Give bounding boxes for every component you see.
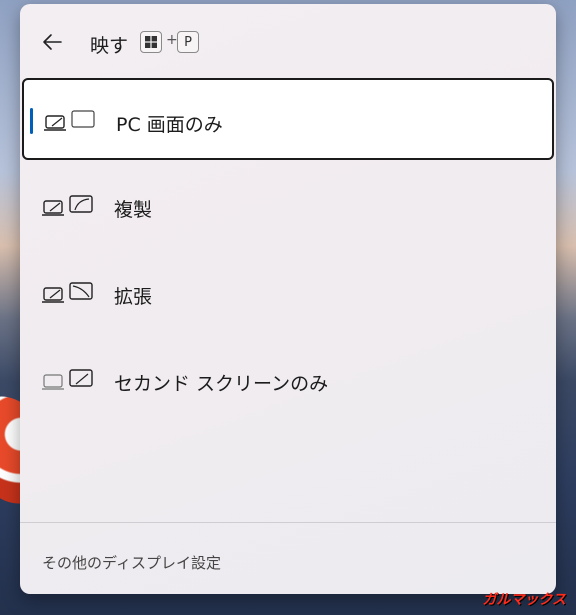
flyout-title: 映す bbox=[90, 35, 129, 57]
option-label: PC 画面のみ bbox=[116, 114, 223, 136]
back-button[interactable] bbox=[36, 26, 68, 58]
watermark-logo: ガルマックス bbox=[482, 592, 566, 608]
more-display-settings-link[interactable]: その他のディスプレイ設定 bbox=[42, 552, 221, 573]
project-flyout: 映す + P PC 画面のみ 複製 拡張 セカンド スクリーンのみ その他のディ… bbox=[20, 4, 556, 594]
option-label: 複製 bbox=[114, 199, 153, 221]
shortcut-plus: + bbox=[166, 32, 178, 48]
flyout-header: 映す + P bbox=[20, 4, 556, 78]
footer-divider bbox=[20, 522, 556, 523]
shortcut-key-p: P bbox=[177, 31, 199, 53]
option-label: 拡張 bbox=[114, 286, 153, 308]
pc-screen-only-icon bbox=[44, 110, 95, 131]
arrow-left-icon bbox=[43, 34, 62, 50]
option-second-screen-only[interactable]: セカンド スクリーンのみ bbox=[22, 339, 554, 421]
windows-key-icon bbox=[140, 31, 162, 53]
second-screen-only-icon bbox=[42, 369, 93, 390]
option-pc-screen-only[interactable]: PC 画面のみ bbox=[22, 78, 554, 160]
option-extend[interactable]: 拡張 bbox=[22, 252, 554, 334]
option-label: セカンド スクリーンのみ bbox=[114, 373, 329, 395]
duplicate-icon bbox=[42, 195, 93, 216]
selection-indicator bbox=[30, 108, 33, 134]
option-duplicate[interactable]: 複製 bbox=[22, 165, 554, 247]
extend-icon bbox=[42, 282, 93, 303]
